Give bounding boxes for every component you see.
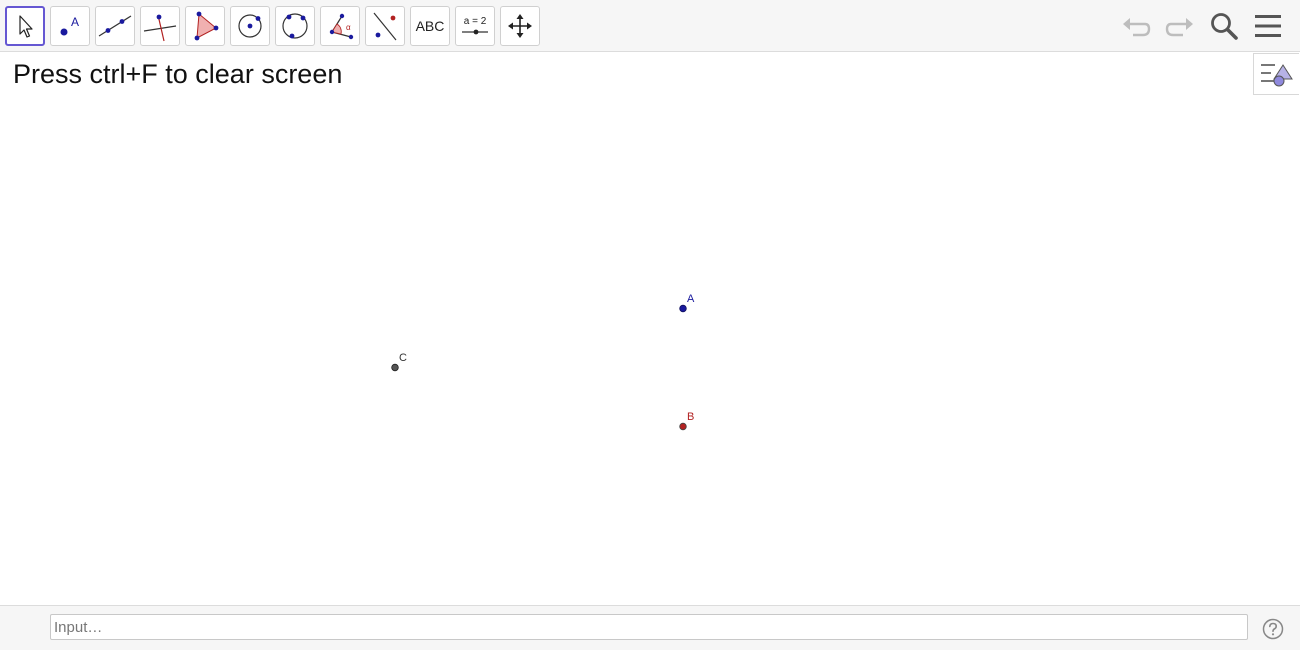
toolbar: A α ABC a = 2 (0, 0, 1300, 52)
polygon-tool-button[interactable] (185, 6, 225, 46)
help-icon[interactable] (1262, 618, 1284, 640)
line-tool-icon (98, 15, 132, 37)
point-tool-icon: A (60, 15, 79, 36)
point-tool-button[interactable]: A (50, 6, 90, 46)
move-tool-button[interactable] (5, 6, 45, 46)
line-tool-button[interactable] (95, 6, 135, 46)
graphics-view[interactable]: Press ctrl+F to clear screen A B C (0, 52, 1300, 605)
point-c-label: C (399, 352, 407, 364)
slider-tool-button[interactable]: a = 2 (455, 6, 495, 46)
undo-icon (1123, 18, 1151, 37)
polygon-tool-icon (194, 11, 219, 41)
point-b[interactable]: B (679, 411, 695, 431)
reflect-about-line-tool-icon (373, 12, 397, 41)
redo-button[interactable] (1162, 8, 1198, 44)
redo-icon (1165, 18, 1193, 37)
move-tool-icon (19, 15, 33, 38)
graphics-canvas: A B C (391, 293, 695, 431)
svg-text:α: α (346, 23, 351, 32)
angle-tool-button[interactable]: α (320, 6, 360, 46)
svg-text:a = 2: a = 2 (464, 16, 487, 27)
perpendicular-line-tool-button[interactable] (140, 6, 180, 46)
undo-button[interactable] (1118, 8, 1154, 44)
style-bar-toggle-button[interactable] (1253, 53, 1299, 95)
circle-center-point-tool-button[interactable] (230, 6, 270, 46)
search-button[interactable] (1206, 8, 1242, 44)
circle-three-points-tool-button[interactable] (275, 6, 315, 46)
input-bar (0, 605, 1300, 650)
perpendicular-line-tool-icon (143, 14, 177, 42)
point-a-label: A (687, 293, 695, 305)
toolbar-controls (1118, 8, 1286, 44)
search-icon (1211, 13, 1238, 40)
geogebra-app: A α ABC a = 2 Press ctrl+F to clear scre… (0, 0, 1300, 650)
slider-tool-icon: a = 2 (462, 16, 488, 35)
circle-three-points-tool-icon (282, 13, 308, 39)
point-c[interactable]: C (391, 352, 407, 372)
point-a[interactable]: A (679, 293, 695, 313)
move-graphics-view-tool-icon (508, 14, 532, 38)
menu-icon (1255, 15, 1281, 37)
angle-tool-icon: α (329, 13, 354, 40)
circle-center-point-tool-icon (238, 14, 262, 38)
reflect-about-line-tool-button[interactable] (365, 6, 405, 46)
move-graphics-view-tool-button[interactable] (500, 6, 540, 46)
point-b-label: B (687, 411, 694, 423)
tool-list: A α ABC a = 2 (5, 6, 540, 46)
main-menu-button[interactable] (1250, 8, 1286, 44)
text-tool-button[interactable]: ABC (410, 6, 450, 46)
text-tool-icon: ABC (415, 18, 445, 34)
style-bar-icon (1260, 64, 1293, 87)
svg-text:A: A (71, 15, 79, 29)
algebra-input-field[interactable] (50, 614, 1248, 640)
